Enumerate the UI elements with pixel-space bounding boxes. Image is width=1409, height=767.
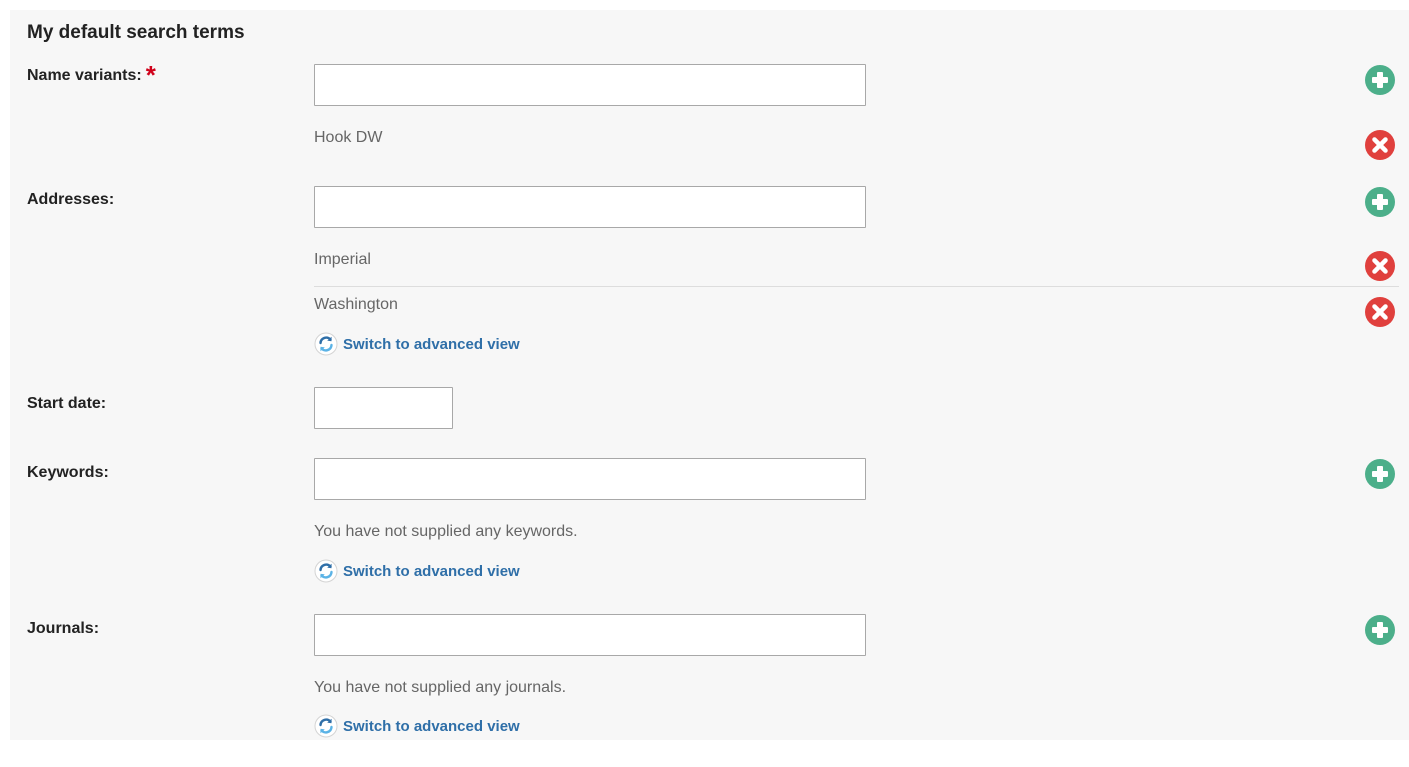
search-terms-panel: My default search terms Name variants: * …: [10, 10, 1409, 740]
x-circle-icon: [1365, 130, 1395, 160]
plus-circle-icon: [1365, 65, 1395, 95]
refresh-icon: [314, 714, 338, 738]
add-address-button[interactable]: [1365, 187, 1395, 217]
keywords-empty-message: You have not supplied any keywords.: [314, 523, 578, 540]
x-circle-icon: [1365, 251, 1395, 281]
remove-name-variant-button[interactable]: [1365, 130, 1395, 160]
x-circle-icon: [1365, 297, 1395, 327]
keywords-label: Keywords:: [27, 464, 109, 481]
keywords-switch-advanced-link[interactable]: Switch to advanced view: [314, 558, 520, 584]
switch-link-text: Switch to advanced view: [343, 717, 520, 735]
journals-switch-advanced-link[interactable]: Switch to advanced view: [314, 713, 520, 739]
plus-circle-icon: [1365, 459, 1395, 489]
name-variants-label: Name variants: *: [27, 62, 156, 88]
add-name-variant-button[interactable]: [1365, 65, 1395, 95]
addresses-label: Addresses:: [27, 191, 115, 208]
plus-circle-icon: [1365, 615, 1395, 645]
name-variants-label-text: Name variants:: [27, 67, 142, 84]
item-divider: [314, 286, 1399, 287]
address-item: Washington: [314, 296, 398, 313]
addresses-input[interactable]: [314, 186, 866, 228]
switch-link-text: Switch to advanced view: [343, 335, 520, 353]
remove-address-button[interactable]: [1365, 297, 1395, 327]
section-title: My default search terms: [27, 22, 245, 43]
refresh-icon: [314, 559, 338, 583]
address-item: Imperial: [314, 251, 371, 268]
start-date-input[interactable]: [314, 387, 453, 429]
add-journal-button[interactable]: [1365, 615, 1395, 645]
journals-empty-message: You have not supplied any journals.: [314, 679, 567, 696]
plus-circle-icon: [1365, 187, 1395, 217]
remove-address-button[interactable]: [1365, 251, 1395, 281]
add-keyword-button[interactable]: [1365, 459, 1395, 489]
name-variants-input[interactable]: [314, 64, 866, 106]
refresh-icon: [314, 332, 338, 356]
journals-label: Journals:: [27, 620, 100, 637]
start-date-label: Start date:: [27, 395, 107, 412]
addresses-switch-advanced-link[interactable]: Switch to advanced view: [314, 331, 520, 357]
journals-input[interactable]: [314, 614, 866, 656]
keywords-input[interactable]: [314, 458, 866, 500]
required-asterisk-icon: *: [145, 60, 156, 90]
switch-link-text: Switch to advanced view: [343, 562, 520, 580]
name-variant-item: Hook DW: [314, 129, 383, 146]
